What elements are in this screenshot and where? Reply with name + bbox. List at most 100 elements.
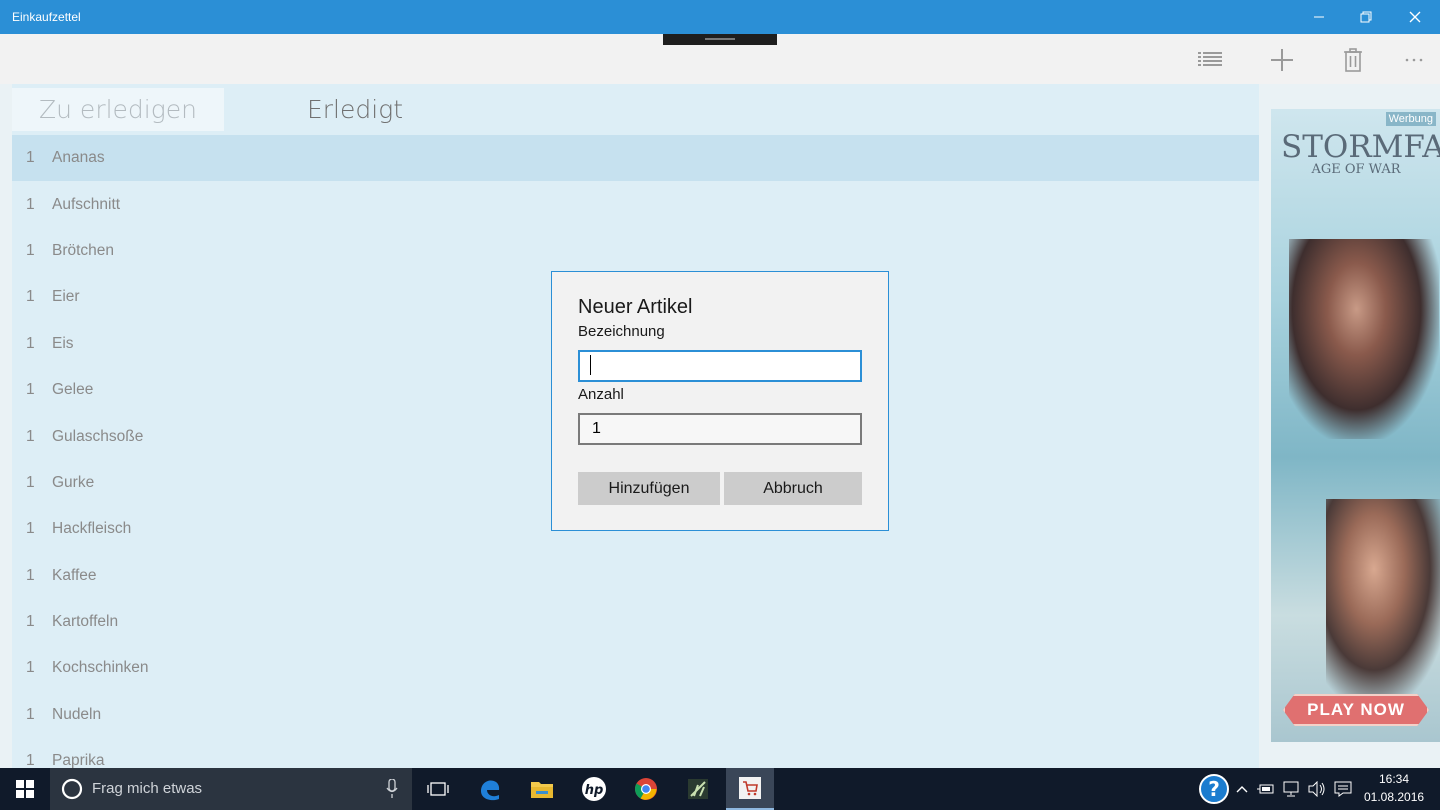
speaker-icon [1308,781,1325,797]
more-button[interactable] [1394,46,1434,74]
item-name: Aufschnitt [52,195,121,213]
item-name: Kartoffeln [52,613,119,631]
select-list-button[interactable] [1190,46,1230,74]
shopping-cart-icon [739,777,761,799]
action-center-button[interactable] [1330,768,1356,810]
volume-button[interactable] [1305,768,1329,810]
more-icon [1405,58,1423,62]
item-name: Kaffee [52,566,97,584]
list-item[interactable]: 1 Nudeln [12,692,1259,738]
item-quantity: 1 [26,520,35,538]
list-item[interactable]: 1 Aufschnitt [12,181,1259,227]
item-name: Gulaschsoße [52,427,144,445]
count-input[interactable] [578,413,862,445]
ad-play-now-button[interactable]: PLAY NOW [1283,694,1429,726]
list-item[interactable]: 1 Ananas [12,135,1259,182]
chevron-up-icon [1236,786,1248,793]
item-quantity: 1 [26,659,35,677]
item-name: Gurke [52,473,95,491]
restore-icon [1360,11,1372,23]
item-quantity: 1 [26,241,35,259]
clock-time[interactable]: 16:34 [1364,772,1424,786]
hp-button[interactable]: hp [570,768,618,810]
app-icon [688,779,708,799]
item-name: Paprika [52,752,105,768]
cortana-icon [61,778,83,800]
name-input[interactable] [578,350,862,382]
close-button[interactable] [1392,0,1438,34]
text-caret [590,355,591,375]
add-button[interactable]: Hinzufügen [578,472,720,505]
notification-icon [1334,781,1352,797]
item-quantity: 1 [26,288,35,306]
item-name: Kochschinken [52,659,149,677]
dialog-title: Neuer Artikel [578,296,693,318]
drag-handle[interactable] [663,34,777,45]
shopping-list-app-button[interactable] [726,768,774,810]
folder-icon [531,782,553,798]
item-quantity: 1 [26,752,35,768]
app-button[interactable] [674,768,722,810]
item-quantity: 1 [26,705,35,723]
chrome-button[interactable] [622,768,670,810]
item-name: Gelee [52,381,94,399]
hp-icon: hp [582,777,606,801]
advertisement[interactable]: Werbung STORMFALL AGE OF WAR PLAY NOW [1271,109,1440,742]
network-button[interactable] [1280,768,1304,810]
list-item[interactable]: 1 Brötchen [12,228,1259,274]
edge-button[interactable] [466,768,514,810]
svg-text:hp: hp [585,783,604,798]
item-quantity: 1 [26,613,35,631]
tab-done[interactable]: Erledigt [260,88,450,131]
search-placeholder: Frag mich etwas [92,780,203,797]
battery-button[interactable] [1254,768,1278,810]
ad-character-image [1289,239,1439,439]
list-item[interactable]: 1 Kartoffeln [12,599,1259,645]
list-item[interactable]: 1 Paprika [12,738,1259,768]
name-label: Bezeichnung [578,323,665,340]
item-name: Ananas [52,149,105,167]
item-quantity: 1 [26,566,35,584]
cancel-button[interactable]: Abbruch [724,472,862,505]
trash-icon [1344,48,1362,72]
minimize-icon [1314,16,1324,18]
task-view-button[interactable] [414,768,462,810]
item-quantity: 1 [26,334,35,352]
network-icon [1283,781,1299,797]
tab-todo[interactable]: Zu erledigen [12,88,224,131]
clock-date[interactable]: 01.08.2016 [1364,790,1424,804]
window-title: Einkaufzettel [12,10,81,24]
ad-logo-title: STORMFALL [1281,129,1440,165]
show-hidden-icons-button[interactable] [1230,768,1254,810]
ad-label: Werbung [1385,112,1436,126]
restore-button[interactable] [1343,0,1389,34]
taskbar: Frag mich etwas hp ? 16:34 01.08.2016 [0,768,1440,810]
title-bar: Einkaufzettel [0,0,1440,34]
plus-icon [1271,49,1293,71]
task-view-icon [427,782,449,796]
item-quantity: 1 [26,381,35,399]
help-icon: ? [1199,774,1229,804]
list-item[interactable]: 1 Kochschinken [12,645,1259,691]
item-name: Nudeln [52,705,102,723]
list-icon [1198,52,1222,66]
delete-button[interactable] [1333,46,1373,74]
add-item-button[interactable] [1262,46,1302,74]
list-item[interactable]: 1 Kaffee [12,553,1259,599]
windows-icon [16,780,34,798]
file-explorer-button[interactable] [518,768,566,810]
item-quantity: 1 [26,195,35,213]
edge-icon [481,780,500,801]
battery-icon [1257,784,1274,794]
chrome-icon [635,778,657,800]
start-button[interactable] [0,768,50,810]
minimize-button[interactable] [1296,0,1342,34]
microphone-icon [386,779,398,798]
ad-character-image [1326,499,1440,699]
item-name: Eis [52,334,74,352]
item-name: Brötchen [52,241,115,259]
count-label: Anzahl [578,386,624,403]
item-name: Eier [52,288,80,306]
ad-logo: STORMFALL AGE OF WAR [1281,129,1440,177]
item-quantity: 1 [26,473,35,491]
